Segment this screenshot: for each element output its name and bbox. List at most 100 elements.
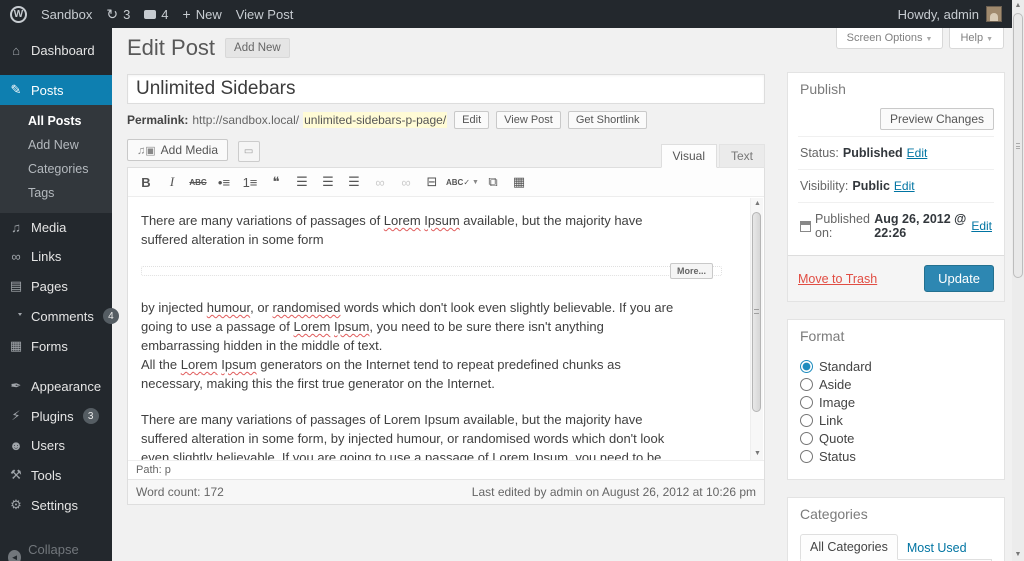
- submenu-item-all-posts[interactable]: All Posts: [0, 109, 112, 133]
- site-name-link[interactable]: Sandbox: [41, 7, 92, 22]
- submenu-item-tags[interactable]: Tags: [0, 181, 112, 205]
- wordpress-logo-icon: W: [10, 6, 27, 23]
- format-radio-image[interactable]: [800, 396, 813, 409]
- link-icon: ∞: [375, 175, 384, 190]
- help-button[interactable]: Help▼: [949, 28, 1004, 49]
- sidebar-item-media[interactable]: ♫ Media: [0, 213, 112, 242]
- sidebar-item-label: Posts: [31, 83, 64, 98]
- get-shortlink-button[interactable]: Get Shortlink: [568, 111, 648, 129]
- sidebar-item-settings[interactable]: ⚙ Settings: [0, 490, 112, 520]
- view-post-button[interactable]: View Post: [496, 111, 561, 129]
- format-radio-status[interactable]: [800, 450, 813, 463]
- format-option-link[interactable]: Link: [800, 413, 992, 428]
- sidebar-item-appearance[interactable]: ✒ Appearance: [0, 371, 112, 401]
- wordpress-menu[interactable]: W: [10, 6, 27, 23]
- link-button[interactable]: ∞: [368, 172, 392, 192]
- align-right-button[interactable]: ☰: [342, 172, 366, 192]
- edit-date-link[interactable]: Edit: [971, 219, 992, 233]
- post-title-input[interactable]: [127, 74, 765, 104]
- update-button[interactable]: Update: [924, 265, 994, 292]
- format-radio-aside[interactable]: [800, 378, 813, 391]
- sidebar-item-pages[interactable]: ▤ Pages: [0, 271, 112, 301]
- sidebar-item-posts[interactable]: ✎ Posts: [0, 75, 112, 105]
- add-media-button[interactable]: ♫▣ Add Media: [127, 139, 228, 161]
- edit-status-link[interactable]: Edit: [907, 146, 928, 160]
- sidebar-item-users[interactable]: ☻ Users: [0, 431, 112, 460]
- format-option-status[interactable]: Status: [800, 449, 992, 464]
- text-tab[interactable]: Text: [719, 144, 765, 168]
- sidebar-item-label: Users: [31, 438, 65, 453]
- editor-paragraph: There are many variations of passages of…: [141, 211, 681, 249]
- main-content: Screen Options▼ Help▼ Edit Post Add New …: [112, 28, 1012, 561]
- format-radio-standard[interactable]: [800, 360, 813, 373]
- comments-link[interactable]: 4: [144, 7, 168, 22]
- format-option-standard[interactable]: Standard: [800, 359, 992, 374]
- visual-tab[interactable]: Visual: [661, 144, 717, 168]
- sidebar-item-dashboard[interactable]: ⌂ Dashboard: [0, 36, 112, 65]
- editor-status-bar: Word count: 172 Last edited by admin on …: [128, 479, 764, 504]
- page-title: Edit Post: [127, 35, 215, 61]
- spellcheck-button[interactable]: ABC✓▼: [446, 172, 479, 192]
- numbered-list-icon: 1≡: [243, 175, 258, 190]
- publish-box-title[interactable]: Publish: [788, 73, 1004, 105]
- sidebar-item-plugins[interactable]: ⚡ Plugins 3: [0, 401, 112, 431]
- unlink-button[interactable]: ∞: [394, 172, 418, 192]
- preview-changes-button[interactable]: Preview Changes: [880, 108, 994, 130]
- updates-link[interactable]: ↻ 3: [106, 7, 130, 22]
- page-scrollbar-thumb[interactable]: [1013, 13, 1023, 278]
- submenu-item-add-new[interactable]: Add New: [0, 133, 112, 157]
- numbered-list-button[interactable]: 1≡: [238, 172, 262, 192]
- format-radio-quote[interactable]: [800, 432, 813, 445]
- edit-permalink-button[interactable]: Edit: [454, 111, 489, 129]
- scroll-up-arrow-icon[interactable]: ▲: [1012, 0, 1024, 12]
- format-option-label: Quote: [819, 431, 854, 446]
- new-content-link[interactable]: + New: [183, 7, 222, 22]
- editor-scrollbar[interactable]: ▲ ▼: [750, 198, 763, 460]
- account-menu[interactable]: Howdy, admin: [898, 7, 979, 22]
- fullscreen-button[interactable]: ⧉: [481, 172, 505, 192]
- scroll-up-arrow-icon[interactable]: ▲: [751, 198, 764, 210]
- editor-content-area[interactable]: There are many variations of passages of…: [128, 197, 764, 460]
- sidebar-item-comments[interactable]: Comments 4: [0, 301, 112, 331]
- format-option-image[interactable]: Image: [800, 395, 992, 410]
- edit-visibility-link[interactable]: Edit: [894, 179, 915, 193]
- collapse-menu-button[interactable]: ◄ Collapse menu: [0, 534, 112, 561]
- more-tag-button[interactable]: ⊟: [420, 172, 444, 192]
- format-option-aside[interactable]: Aside: [800, 377, 992, 392]
- add-form-button[interactable]: ▭: [238, 141, 260, 162]
- format-box-title[interactable]: Format: [788, 320, 1004, 352]
- scroll-down-arrow-icon[interactable]: ▼: [1012, 549, 1024, 561]
- view-post-link[interactable]: View Post: [236, 7, 294, 22]
- align-left-button[interactable]: ☰: [290, 172, 314, 192]
- sidebar-item-links[interactable]: ∞ Links: [0, 242, 112, 271]
- scroll-down-arrow-icon[interactable]: ▼: [751, 448, 764, 460]
- most-used-tab[interactable]: Most Used: [898, 536, 976, 560]
- bold-button[interactable]: B: [134, 172, 158, 192]
- sidebar-item-tools[interactable]: ⚒ Tools: [0, 460, 112, 490]
- all-categories-tab[interactable]: All Categories: [800, 534, 898, 560]
- format-radio-link[interactable]: [800, 414, 813, 427]
- format-option-label: Status: [819, 449, 856, 464]
- sidebar-item-label: Settings: [31, 498, 78, 513]
- bullet-list-button[interactable]: •≡: [212, 172, 236, 192]
- visibility-row: Visibility: Public Edit: [798, 170, 994, 203]
- plugin-icon: ⚡: [8, 408, 24, 424]
- submenu-item-categories[interactable]: Categories: [0, 157, 112, 181]
- strikethrough-button[interactable]: ABC: [186, 172, 210, 192]
- editor-path-bar: Path: p: [128, 460, 764, 479]
- categories-box-title[interactable]: Categories: [788, 498, 1004, 530]
- avatar[interactable]: [986, 6, 1002, 22]
- format-option-quote[interactable]: Quote: [800, 431, 992, 446]
- screen-options-button[interactable]: Screen Options▼: [836, 28, 944, 49]
- kitchen-sink-button[interactable]: ▦: [507, 172, 531, 192]
- editor-scrollbar-thumb[interactable]: [752, 212, 761, 412]
- page-scrollbar[interactable]: ▲ ▼: [1012, 0, 1024, 561]
- blockquote-button[interactable]: ❝: [264, 172, 288, 192]
- italic-button[interactable]: I: [160, 172, 184, 192]
- add-new-button[interactable]: Add New: [225, 38, 290, 58]
- align-center-button[interactable]: ☰: [316, 172, 340, 192]
- sidebar-item-forms[interactable]: ▦ Forms: [0, 331, 112, 361]
- last-edited: Last edited by admin on August 26, 2012 …: [472, 485, 756, 499]
- permalink-slug[interactable]: unlimited-sidebars-p-page/: [303, 112, 447, 128]
- move-to-trash-link[interactable]: Move to Trash: [798, 272, 877, 286]
